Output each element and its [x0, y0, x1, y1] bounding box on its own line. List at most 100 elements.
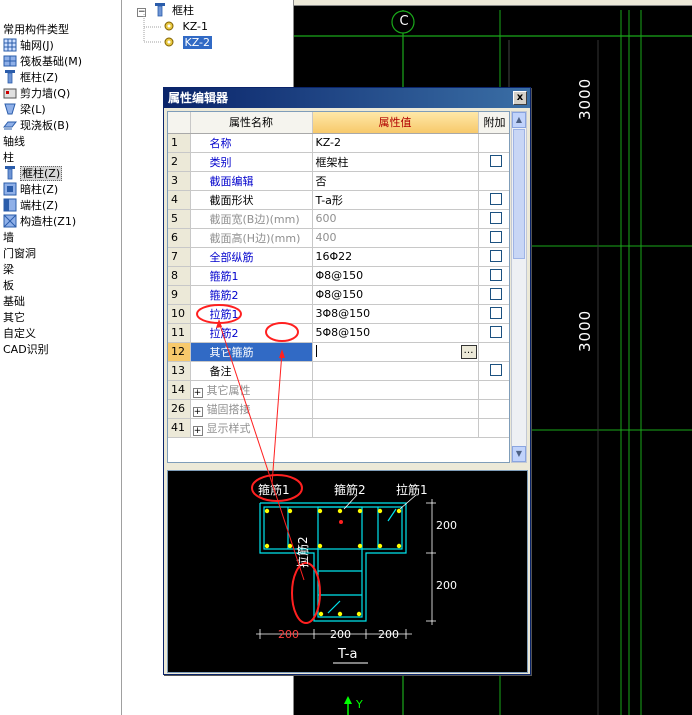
- tree-item-1[interactable]: 轴网(J): [3, 38, 54, 54]
- property-value[interactable]: …: [312, 342, 479, 362]
- extra-checkbox[interactable]: [489, 155, 502, 167]
- property-value[interactable]: 400: [312, 228, 479, 248]
- extra-checkbox[interactable]: [489, 307, 502, 319]
- extra-cell: [478, 285, 509, 305]
- extra-checkbox[interactable]: [489, 231, 502, 243]
- hidden-column-icon: [3, 182, 17, 196]
- tree-item-16[interactable]: 板: [3, 278, 14, 294]
- dialog-title-bar[interactable]: 属性编辑器: [164, 88, 530, 108]
- property-row[interactable]: 1 名称 KZ-2: [168, 133, 509, 153]
- property-name[interactable]: + 其它属性: [190, 380, 313, 400]
- property-value[interactable]: KZ-2: [312, 133, 479, 153]
- property-row[interactable]: 11 拉筋2 5Φ8@150: [168, 323, 509, 343]
- tree-item-0[interactable]: 常用构件类型: [3, 22, 69, 38]
- tree-item-10[interactable]: 暗柱(Z): [3, 182, 58, 198]
- property-grid-scrollbar[interactable]: ▲ ▼: [511, 111, 527, 463]
- extra-checkbox[interactable]: [489, 288, 502, 300]
- property-name[interactable]: 截面宽(B边)(mm): [190, 209, 313, 229]
- tree-item-18[interactable]: 其它: [3, 310, 25, 326]
- tree-item-5[interactable]: 梁(L): [3, 102, 46, 118]
- extra-checkbox[interactable]: [489, 250, 502, 262]
- property-value[interactable]: Φ8@150: [312, 266, 479, 286]
- tree-item-20[interactable]: CAD识别: [3, 342, 49, 358]
- property-value[interactable]: 否: [312, 171, 479, 191]
- property-name[interactable]: 箍筋1: [190, 266, 313, 286]
- tree-item-9[interactable]: 框柱(Z): [3, 166, 63, 182]
- property-row[interactable]: 3 截面编辑 否: [168, 171, 509, 191]
- property-name-text: 拉筋1: [209, 307, 239, 321]
- tree-item-3[interactable]: 框柱(Z): [3, 70, 58, 86]
- scroll-thumb[interactable]: [513, 129, 525, 259]
- property-name[interactable]: 截面编辑: [190, 171, 313, 191]
- extra-cell: [478, 133, 509, 153]
- property-row[interactable]: 9 箍筋2 Φ8@150: [168, 285, 509, 305]
- row-number: 3: [168, 171, 191, 191]
- property-row[interactable]: 10 拉筋1 3Φ8@150: [168, 304, 509, 324]
- extra-checkbox[interactable]: [489, 269, 502, 281]
- tree-item-2[interactable]: 筏板基础(M): [3, 54, 82, 70]
- tree-item-14[interactable]: 门窗洞: [3, 246, 36, 262]
- property-value[interactable]: 600: [312, 209, 479, 229]
- property-name[interactable]: 截面形状: [190, 190, 313, 210]
- property-value[interactable]: [312, 418, 479, 438]
- expand-icon[interactable]: +: [192, 425, 203, 436]
- tree-item-19[interactable]: 自定义: [3, 326, 36, 342]
- property-name[interactable]: 全部纵筋: [190, 247, 313, 267]
- scroll-down-button[interactable]: ▼: [512, 446, 526, 462]
- property-name-text: 拉筋2: [209, 326, 239, 340]
- property-name[interactable]: + 锚固搭接: [190, 399, 313, 419]
- property-row[interactable]: 6 截面高(H边)(mm) 400: [168, 228, 509, 248]
- property-row[interactable]: 7 全部纵筋 16Φ22: [168, 247, 509, 267]
- property-row[interactable]: 5 截面宽(B边)(mm) 600: [168, 209, 509, 229]
- tree-item-12[interactable]: 构造柱(Z1): [3, 214, 76, 230]
- property-value[interactable]: Φ8@150: [312, 285, 479, 305]
- property-name[interactable]: + 显示样式: [190, 418, 313, 438]
- extra-checkbox[interactable]: [489, 364, 502, 376]
- tree-item-7[interactable]: 轴线: [3, 134, 25, 150]
- tree-item-17[interactable]: 基础: [3, 294, 25, 310]
- property-row[interactable]: 2 类别 框架柱: [168, 152, 509, 172]
- extra-checkbox[interactable]: [489, 326, 502, 338]
- property-row[interactable]: 26 + 锚固搭接: [168, 399, 509, 419]
- expand-icon[interactable]: +: [192, 387, 203, 398]
- property-value[interactable]: [312, 380, 479, 400]
- property-name[interactable]: 备注: [190, 361, 313, 381]
- expand-icon[interactable]: +: [192, 406, 203, 417]
- property-name[interactable]: 名称: [190, 133, 313, 153]
- property-row[interactable]: 13 备注: [168, 361, 509, 381]
- element-item-kz-1[interactable]: KZ-1: [163, 19, 208, 35]
- property-value[interactable]: 3Φ8@150: [312, 304, 479, 324]
- element-item-kz-2[interactable]: KZ-2: [163, 35, 213, 51]
- property-name[interactable]: 箍筋2: [190, 285, 313, 305]
- tree-item-15[interactable]: 梁: [3, 262, 14, 278]
- tree-item-8[interactable]: 柱: [3, 150, 14, 166]
- tree-item-11[interactable]: 端柱(Z): [3, 198, 58, 214]
- property-value[interactable]: [312, 361, 479, 381]
- property-value[interactable]: [312, 399, 479, 419]
- row-number: 41: [168, 418, 191, 438]
- property-name[interactable]: 截面高(H边)(mm): [190, 228, 313, 248]
- tree-item-6[interactable]: 现浇板(B): [2, 118, 69, 134]
- property-name[interactable]: 其它箍筋: [190, 342, 313, 362]
- property-name[interactable]: 拉筋2: [190, 323, 313, 343]
- scroll-up-button[interactable]: ▲: [512, 112, 526, 128]
- property-row[interactable]: 4 截面形状 T-a形: [168, 190, 509, 210]
- property-row[interactable]: 14 + 其它属性: [168, 380, 509, 400]
- property-row[interactable]: 8 箍筋1 Φ8@150: [168, 266, 509, 286]
- property-grid[interactable]: 属性名称 属性值 附加 1 名称 KZ-2 2 类别 框架柱 3 截面编辑 否 4 截面形状 T-a形…: [167, 111, 510, 463]
- row-number: 26: [168, 399, 191, 419]
- property-value[interactable]: 16Φ22: [312, 247, 479, 267]
- property-value[interactable]: 5Φ8@150: [312, 323, 479, 343]
- property-row[interactable]: 41 + 显示样式: [168, 418, 509, 438]
- property-row[interactable]: 12 其它箍筋…: [168, 342, 509, 362]
- tree-item-13[interactable]: 墙: [3, 230, 14, 246]
- tree-item-4[interactable]: 剪力墙(Q): [3, 86, 70, 102]
- close-button[interactable]: x: [513, 91, 527, 105]
- extra-checkbox[interactable]: [489, 193, 502, 205]
- property-value[interactable]: 框架柱: [312, 152, 479, 172]
- property-value[interactable]: T-a形: [312, 190, 479, 210]
- browse-button[interactable]: …: [460, 344, 477, 359]
- property-name[interactable]: 拉筋1: [190, 304, 313, 324]
- property-name[interactable]: 类别: [190, 152, 313, 172]
- extra-checkbox[interactable]: [489, 212, 502, 224]
